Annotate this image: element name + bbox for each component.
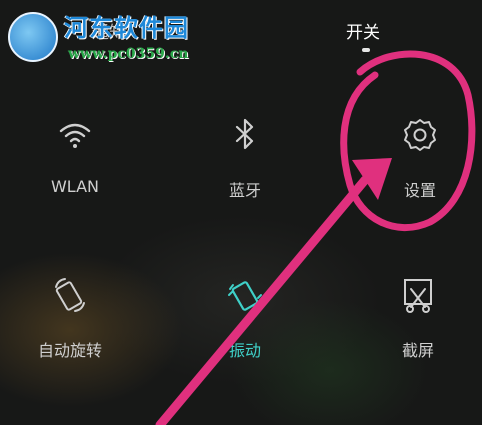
screenshot-icon: [404, 279, 432, 313]
toggle-settings[interactable]: 设置: [360, 115, 480, 225]
toggle-label: 截屏: [401, 341, 434, 360]
toggle-screenshot[interactable]: 截屏: [358, 275, 478, 385]
toggle-vibrate[interactable]: 振动: [185, 275, 305, 385]
tab-switches[interactable]: 开关: [346, 18, 380, 43]
watermark-title: 河东软件园: [64, 13, 189, 42]
auto-rotate-icon: [55, 278, 85, 312]
watermark-logo-icon: [8, 12, 58, 62]
wifi-icon: [59, 123, 91, 148]
toggle-label: 自动旋转: [37, 341, 102, 360]
watermark-url: www.pc0359.cn: [68, 46, 189, 62]
toggle-bluetooth[interactable]: 蓝牙: [185, 115, 305, 225]
vibrate-icon: [228, 281, 262, 311]
toggle-wlan[interactable]: WLAN: [15, 115, 135, 225]
bluetooth-icon: [235, 118, 254, 150]
gear-icon: [404, 119, 436, 151]
watermark: 河东软件园 www.pc0359.cn: [4, 6, 214, 64]
toggle-auto-rotate[interactable]: 自动旋转: [10, 275, 130, 385]
toggle-label: 设置: [403, 181, 436, 200]
toggle-label: 蓝牙: [228, 181, 261, 200]
active-tab-indicator: [362, 48, 370, 52]
toggle-label: 振动: [228, 341, 261, 360]
toggle-label: WLAN: [50, 177, 99, 196]
